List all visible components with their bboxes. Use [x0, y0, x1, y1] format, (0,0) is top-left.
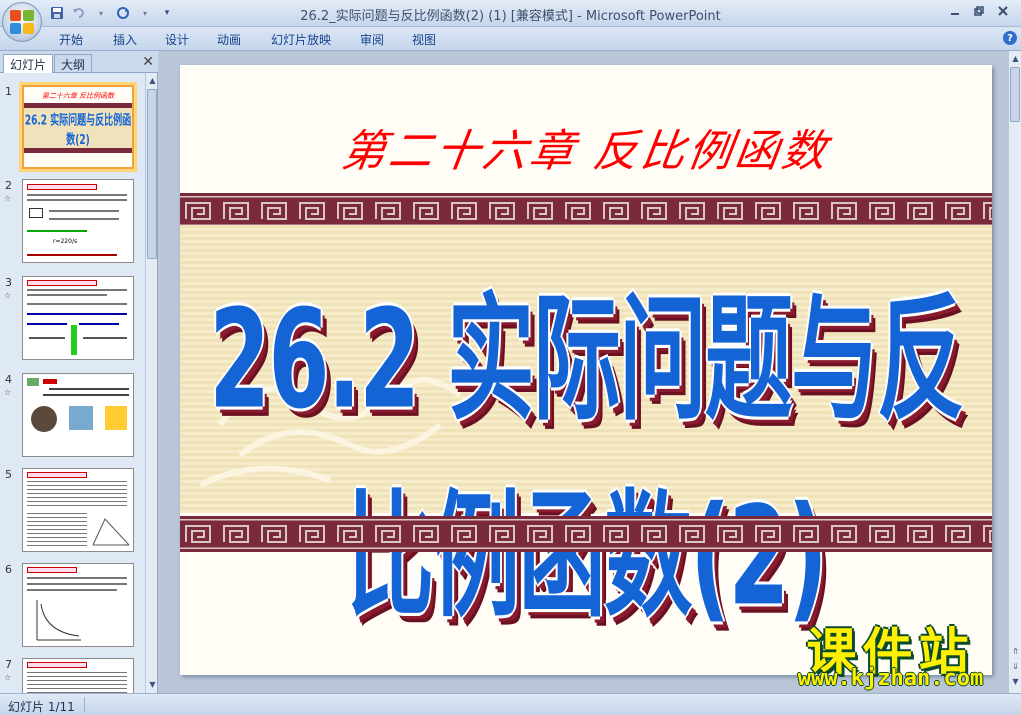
thumbnail-slide-2[interactable]: r=220/s [22, 179, 134, 263]
ribbon-tabs: 开始 插入 设计 动画 幻灯片放映 审阅 视图 ? [0, 27, 1021, 51]
help-icon[interactable]: ? [1003, 31, 1017, 45]
slide-counter: 幻灯片 1/11 [8, 700, 75, 714]
thumbnail-number: 3 [5, 276, 12, 289]
title-bar: ▾ ▾ ▾ 26.2_实际问题与反比例函数(2) (1) [兼容模式] - Mi… [0, 0, 1021, 27]
status-divider [84, 697, 85, 712]
tab-animations[interactable]: 动画 [217, 31, 241, 48]
thumbnail-number: 7 [5, 658, 12, 671]
watermark-url: www.kjzhan.com [797, 666, 984, 691]
slide-heading[interactable]: 第二十六章 反比例函数 [180, 115, 992, 179]
slide-editor: 第二十六章 反比例函数 26.2 实际问题与反比例函数(2) [160, 51, 1008, 693]
pane-tabs: 幻灯片 大纲 ✕ [0, 51, 158, 73]
tab-outline[interactable]: 大纲 [54, 54, 93, 73]
thumbnail-slide-1[interactable]: 第二十六章 反比例函数 26.2 实际问题与反比例函数(2) [22, 85, 134, 169]
pane-close-icon[interactable]: ✕ [142, 54, 154, 70]
status-bar: 幻灯片 1/11 [0, 693, 1021, 715]
tab-slide-show[interactable]: 幻灯片放映 [271, 31, 331, 48]
scroll-down-icon[interactable]: ▼ [147, 679, 158, 690]
office-button[interactable] [2, 2, 42, 42]
slide-scrollbar[interactable]: ▲ ⇑ ⇓ ▼ [1008, 51, 1021, 693]
thumbnail-slide-3[interactable] [22, 276, 134, 360]
animation-icon: ☆ [4, 388, 12, 397]
thumbnail-list: 1 第二十六章 反比例函数 26.2 实际问题与反比例函数(2) 2 ☆ r=2… [0, 73, 146, 693]
decorative-band-bottom [180, 516, 992, 552]
thumb-band [24, 148, 132, 153]
decorative-band-top [180, 193, 992, 229]
scroll-down-icon[interactable]: ▼ [1010, 676, 1021, 687]
thumbnail-number: 2 [5, 179, 12, 192]
tab-home[interactable]: 开始 [59, 31, 83, 48]
thumbnail-number: 6 [5, 563, 12, 576]
slides-pane: 幻灯片 大纲 ✕ 1 第二十六章 反比例函数 26.2 实际问题与反比例函数(2… [0, 51, 158, 693]
thumbnail-number: 1 [5, 85, 12, 98]
watermark: 课件站 www.kjzhan.com [773, 612, 1008, 692]
animation-icon: ☆ [4, 291, 12, 300]
scroll-up-icon[interactable]: ▲ [1010, 53, 1021, 64]
thumbnail-slide-4[interactable] [22, 373, 134, 457]
previous-slide-icon[interactable]: ⇑ [1010, 646, 1021, 657]
animation-icon: ☆ [4, 673, 12, 682]
tab-slides[interactable]: 幻灯片 [3, 54, 54, 73]
minimize-icon[interactable] [944, 2, 966, 20]
close-icon[interactable] [992, 2, 1014, 20]
tab-review[interactable]: 审阅 [360, 31, 384, 48]
thumbnail-number: 5 [5, 468, 12, 481]
thumbnail-scrollbar[interactable]: ▲ ▼ [145, 73, 157, 693]
scroll-thumb[interactable] [1010, 67, 1020, 122]
tab-insert[interactable]: 插入 [113, 31, 137, 48]
thumbnail-slide-6[interactable] [22, 563, 134, 647]
thumb-heading: 第二十六章 反比例函数 [41, 92, 115, 100]
thumbnail-slide-5[interactable] [22, 468, 134, 552]
office-button-icon [10, 10, 34, 34]
next-slide-icon[interactable]: ⇓ [1010, 661, 1021, 672]
window-title: 26.2_实际问题与反比例函数(2) (1) [兼容模式] - Microsof… [300, 9, 721, 24]
thumbnail-slide-7[interactable] [22, 658, 134, 693]
restore-icon[interactable] [968, 2, 990, 20]
slide-canvas[interactable]: 第二十六章 反比例函数 26.2 实际问题与反比例函数(2) [180, 65, 992, 675]
thumbnail-number: 4 [5, 373, 12, 386]
thumb-title: 26.2 实际问题与反比例函数(2) [24, 114, 132, 149]
tab-design[interactable]: 设计 [165, 31, 189, 48]
scroll-up-icon[interactable]: ▲ [147, 75, 158, 86]
scroll-thumb[interactable] [147, 89, 157, 259]
animation-icon: ☆ [4, 194, 12, 203]
slide-title[interactable]: 26.2 实际问题与反比例函数(2) [180, 250, 992, 644]
tab-view[interactable]: 视图 [412, 31, 436, 48]
